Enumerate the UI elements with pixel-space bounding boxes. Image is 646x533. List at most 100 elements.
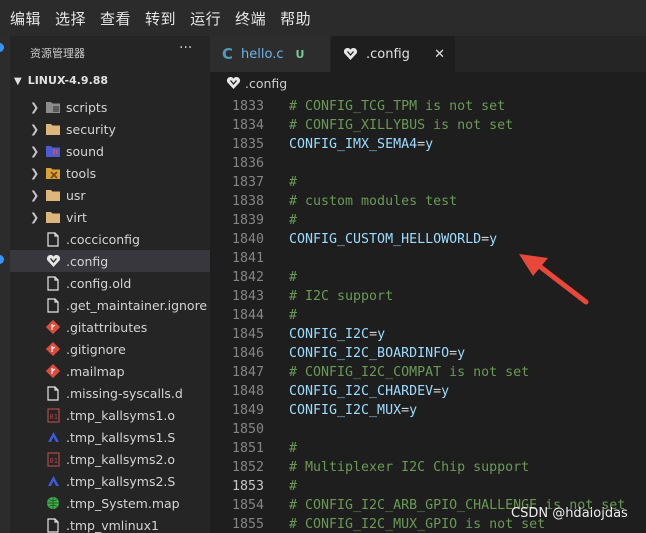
line-number: 1849: [231, 403, 264, 418]
tab-hello-c[interactable]: C hello.c U: [210, 36, 330, 72]
code-text: #: [289, 270, 298, 285]
tree-file[interactable]: .config.old: [10, 272, 210, 294]
code-line: 1849 CONFIG_I2C_MUX=y: [210, 401, 646, 420]
tab-config[interactable]: .config ✕: [331, 36, 455, 72]
tree-item-label: .tmp_kallsyms1.o: [66, 407, 176, 423]
menu-item[interactable]: 运行: [190, 8, 221, 29]
tree-file[interactable]: .config: [10, 250, 210, 272]
code-line: 1845 CONFIG_I2C=y: [210, 325, 646, 344]
code-line: 1839 #: [210, 211, 646, 230]
tree-file[interactable]: .cocciconfig: [10, 228, 210, 250]
code-line: 1853 #: [210, 477, 646, 496]
tree-file[interactable]: .tmp_kallsyms1.S: [10, 426, 210, 448]
code-editor[interactable]: 1833 # CONFIG_TCG_TPM is not set 1834 # CON…: [210, 97, 646, 533]
breadcrumb: .config: [210, 72, 646, 94]
tree-file[interactable]: .tmp_vmlinux1: [10, 514, 210, 533]
tab-label: hello.c: [241, 46, 284, 62]
code-text: CONFIG_I2C=y: [289, 325, 385, 344]
git-icon: [45, 319, 61, 335]
chevron-right-icon: ❯: [30, 188, 40, 202]
config-equals: =: [369, 327, 378, 342]
config-value: y: [441, 384, 450, 399]
config-key: CONFIG_I2C: [289, 327, 370, 342]
breadcrumb-item[interactable]: .config: [245, 76, 287, 91]
chevron-right-icon: ❯: [30, 210, 40, 224]
menu-item[interactable]: 终端: [235, 8, 266, 29]
code-text: # CONFIG_I2C_MUX_GPIO is not set: [289, 517, 546, 532]
line-number: 1852: [231, 460, 264, 475]
menu-item[interactable]: 编辑: [10, 8, 41, 29]
explorer-title: 资源管理器: [30, 47, 85, 60]
code-text: #: [289, 308, 298, 323]
line-number: 1847: [231, 365, 264, 380]
tree-file[interactable]: .gitignore: [10, 338, 210, 360]
tree-file[interactable]: .missing-syscalls.d: [10, 382, 210, 404]
tree-folder[interactable]: ❯ scripts: [10, 96, 210, 118]
line-number: 1845: [231, 327, 264, 342]
c-file-icon: C: [222, 45, 234, 63]
code-text: CONFIG_IMX_SEMA4=y: [289, 135, 433, 154]
menu-item[interactable]: 转到: [145, 8, 176, 29]
tree-folder[interactable]: ❯ tools: [10, 162, 210, 184]
line-number: 1855: [231, 517, 264, 532]
tree-item-label: .missing-syscalls.d: [66, 385, 183, 401]
code-line: 1837 #: [210, 173, 646, 192]
tools-folder-icon: [45, 165, 61, 181]
workspace-root-label: LINUX-4.9.88: [27, 74, 109, 87]
code-text: # CONFIG_TCG_TPM is not set: [289, 99, 506, 114]
line-number: 1846: [231, 346, 264, 361]
tree-item-label: scripts: [66, 99, 108, 115]
tree-file[interactable]: .tmp_kallsyms2.S: [10, 470, 210, 492]
code-text: # Multiplexer I2C Chip support: [289, 460, 530, 475]
chevron-right-icon: ❯: [30, 144, 40, 158]
line-number: 1844: [231, 308, 264, 323]
tree-folder[interactable]: ❯ security: [10, 118, 210, 140]
tree-item-label: tools: [66, 165, 97, 181]
tree-file[interactable]: .get_maintainer.ignore: [10, 294, 210, 316]
code-text: #: [289, 175, 298, 190]
tab-bar: C hello.c U .config ✕: [210, 36, 646, 72]
binary-icon: 01: [45, 451, 61, 467]
tree-file[interactable]: 01 .tmp_kallsyms2.o: [10, 448, 210, 470]
modified-indicator: [0, 255, 4, 264]
workspace-root[interactable]: ▼ LINUX-4.9.88: [14, 74, 108, 87]
code-line: 1838 # custom modules test: [210, 192, 646, 211]
untracked-badge: U: [295, 47, 305, 61]
tree-folder[interactable]: ❯ virt: [10, 206, 210, 228]
tree-item-label: security: [66, 121, 116, 137]
watermark: CSDN @hdaiojdas: [511, 506, 628, 521]
line-number: 1834: [231, 118, 264, 133]
menu-item[interactable]: 帮助: [280, 8, 311, 29]
code-line: 1851 #: [210, 439, 646, 458]
tree-item-label: .tmp_System.map: [66, 495, 180, 511]
more-actions-icon[interactable]: ···: [179, 40, 192, 56]
tree-file[interactable]: .tmp_System.map: [10, 492, 210, 514]
line-number: 1839: [231, 213, 264, 228]
code-line: 1836: [210, 154, 646, 173]
tree-item-label: .tmp_kallsyms2.o: [66, 451, 176, 467]
menu-item[interactable]: 选择: [55, 8, 86, 29]
tree-file[interactable]: .gitattributes: [10, 316, 210, 338]
line-number: 1842: [231, 270, 264, 285]
tree-file[interactable]: .mailmap: [10, 360, 210, 382]
menu-item[interactable]: 查看: [100, 8, 131, 29]
svg-text:01: 01: [49, 457, 57, 465]
assembly-icon: [45, 473, 61, 489]
tree-folder[interactable]: ❯ usr: [10, 184, 210, 206]
code-text: # custom modules test: [289, 194, 458, 209]
tree-folder[interactable]: ❯ sound: [10, 140, 210, 162]
code-line: 1848 CONFIG_I2C_CHARDEV=y: [210, 382, 646, 401]
code-line: 1834 # CONFIG_XILLYBUS is not set: [210, 116, 646, 135]
close-icon[interactable]: ✕: [434, 47, 445, 62]
tree-item-label: .config: [66, 253, 109, 269]
config-key: CONFIG_I2C_CHARDEV: [289, 384, 434, 399]
line-number: 1837: [231, 175, 264, 190]
config-key: CONFIG_I2C_MUX: [289, 403, 402, 418]
code-text: #: [289, 441, 298, 456]
tree-item-label: .mailmap: [66, 363, 125, 379]
file-icon: [45, 385, 61, 401]
tree-file[interactable]: 01 .tmp_kallsyms1.o: [10, 404, 210, 426]
tree-item-label: virt: [66, 209, 87, 225]
line-number: 1848: [231, 384, 264, 399]
line-number: 1843: [231, 289, 264, 304]
